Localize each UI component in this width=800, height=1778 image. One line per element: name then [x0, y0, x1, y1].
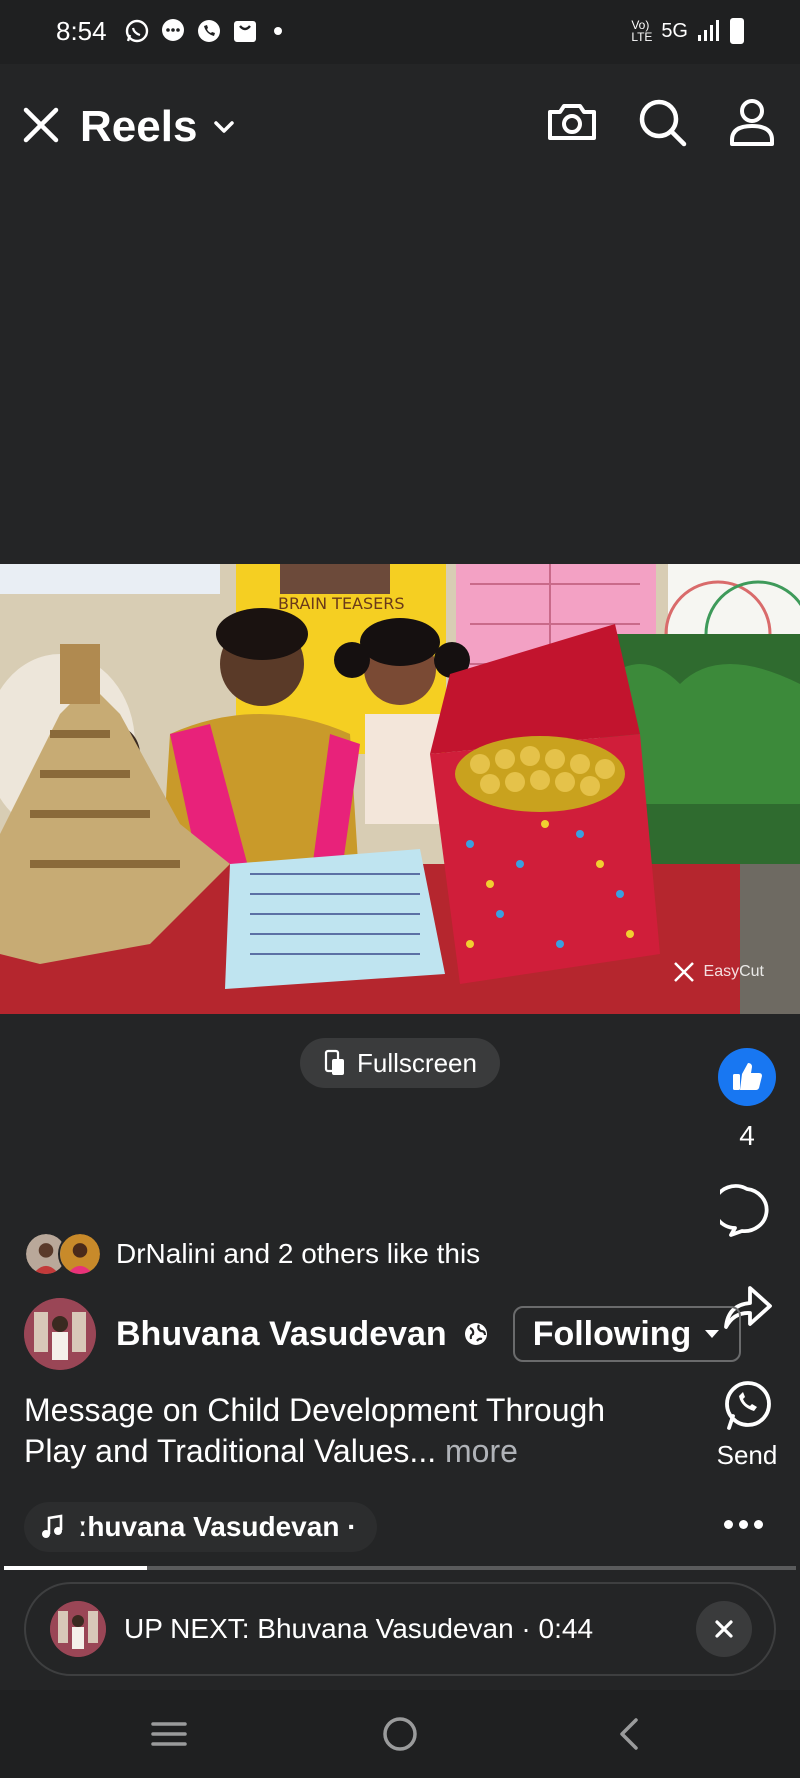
- like-action[interactable]: 4: [716, 1048, 778, 1152]
- fullscreen-button[interactable]: Fullscreen: [300, 1038, 500, 1088]
- audio-attribution[interactable]: ːhuvana Vasudevan ·: [24, 1502, 377, 1552]
- volte-indicator: Vo) LTE: [631, 18, 653, 44]
- poster-title: BRAIN TEASERS: [278, 594, 405, 613]
- video-watermark: EasyCut: [672, 960, 764, 984]
- video-frame: BRAIN TEASERS: [0, 564, 800, 1014]
- thumbs-up-icon: [733, 1063, 762, 1090]
- post-caption[interactable]: Message on Child Development Through Pla…: [24, 1390, 664, 1472]
- network-type: 5G: [661, 19, 688, 42]
- status-bar: 8:54 Vo) LTE 5G: [0, 0, 800, 64]
- more-notifications-dot: [274, 27, 282, 35]
- recent-apps-icon[interactable]: [147, 1712, 191, 1756]
- up-next-label: UP NEXT: Bhuvana Vasudevan · 0:44: [124, 1613, 594, 1644]
- reels-header: Reels: [0, 64, 800, 194]
- close-icon[interactable]: [18, 102, 64, 148]
- up-next-banner[interactable]: UP NEXT: Bhuvana Vasudevan · 0:44: [24, 1582, 776, 1676]
- comment-icon[interactable]: [720, 1184, 774, 1238]
- status-time: 8:54: [56, 16, 107, 46]
- like-count: 4: [739, 1120, 755, 1151]
- system-navigation-bar: [0, 1690, 800, 1778]
- close-icon: [715, 1620, 733, 1638]
- messenger-icon: [162, 19, 184, 41]
- rotate-phone-icon: [324, 1049, 345, 1075]
- profile-icon[interactable]: [724, 94, 780, 150]
- comment-action[interactable]: [716, 1184, 778, 1238]
- page-title: Reels: [80, 102, 198, 151]
- up-next-thumbnail: [50, 1601, 106, 1657]
- chevron-down-icon: [214, 121, 235, 133]
- dot: [754, 1520, 763, 1529]
- reel-video[interactable]: BRAIN TEASERS EasyCut: [0, 564, 800, 1014]
- audio-label: ːhuvana Vasudevan ·: [78, 1511, 357, 1542]
- send-action[interactable]: Send: [716, 1378, 778, 1471]
- dot: [724, 1520, 733, 1529]
- system-status-icons: Vo) LTE 5G: [631, 18, 744, 44]
- video-progress-bar[interactable]: [4, 1566, 796, 1570]
- following-label: Following: [532, 1314, 692, 1353]
- author-name[interactable]: Bhuvana Vasudevan: [116, 1315, 447, 1354]
- back-icon[interactable]: [608, 1712, 652, 1756]
- watermark-text: EasyCut: [703, 963, 764, 980]
- music-note-icon: [42, 1514, 63, 1538]
- globe-icon: [464, 1323, 487, 1345]
- whatsapp-send-icon[interactable]: [720, 1378, 774, 1432]
- author-avatar[interactable]: [24, 1298, 96, 1370]
- signal-icon: [698, 20, 719, 41]
- video-progress-fill: [4, 1566, 147, 1570]
- send-label: Send: [716, 1440, 778, 1470]
- see-more-link[interactable]: more: [445, 1433, 518, 1469]
- author-row: Bhuvana Vasudevan Following: [24, 1298, 742, 1370]
- fullscreen-label: Fullscreen: [357, 1047, 477, 1078]
- dot: [739, 1520, 748, 1529]
- camera-icon[interactable]: [544, 94, 600, 150]
- shopping-bag-icon: [234, 21, 256, 42]
- reels-title-dropdown[interactable]: Reels: [80, 102, 237, 152]
- caption-text: Message on Child Development Through Pla…: [24, 1392, 606, 1469]
- easycut-logo-icon: [673, 962, 694, 982]
- battery-icon: [730, 18, 744, 44]
- likes-summary-row[interactable]: DrNalini and 2 others like this: [24, 1232, 480, 1276]
- like-button[interactable]: [718, 1048, 776, 1106]
- dismiss-up-next-button[interactable]: [696, 1601, 752, 1657]
- likes-summary-text: DrNalini and 2 others like this: [116, 1238, 481, 1269]
- notification-icons: [124, 18, 282, 44]
- liker-avatar: [58, 1232, 102, 1276]
- more-options-button[interactable]: [724, 1520, 763, 1529]
- search-icon[interactable]: [634, 94, 690, 150]
- caret-down-icon: [705, 1330, 720, 1338]
- home-icon[interactable]: [378, 1712, 422, 1756]
- phone-icon: [198, 20, 220, 42]
- following-button[interactable]: Following: [512, 1306, 742, 1362]
- whatsapp-icon: [125, 19, 149, 43]
